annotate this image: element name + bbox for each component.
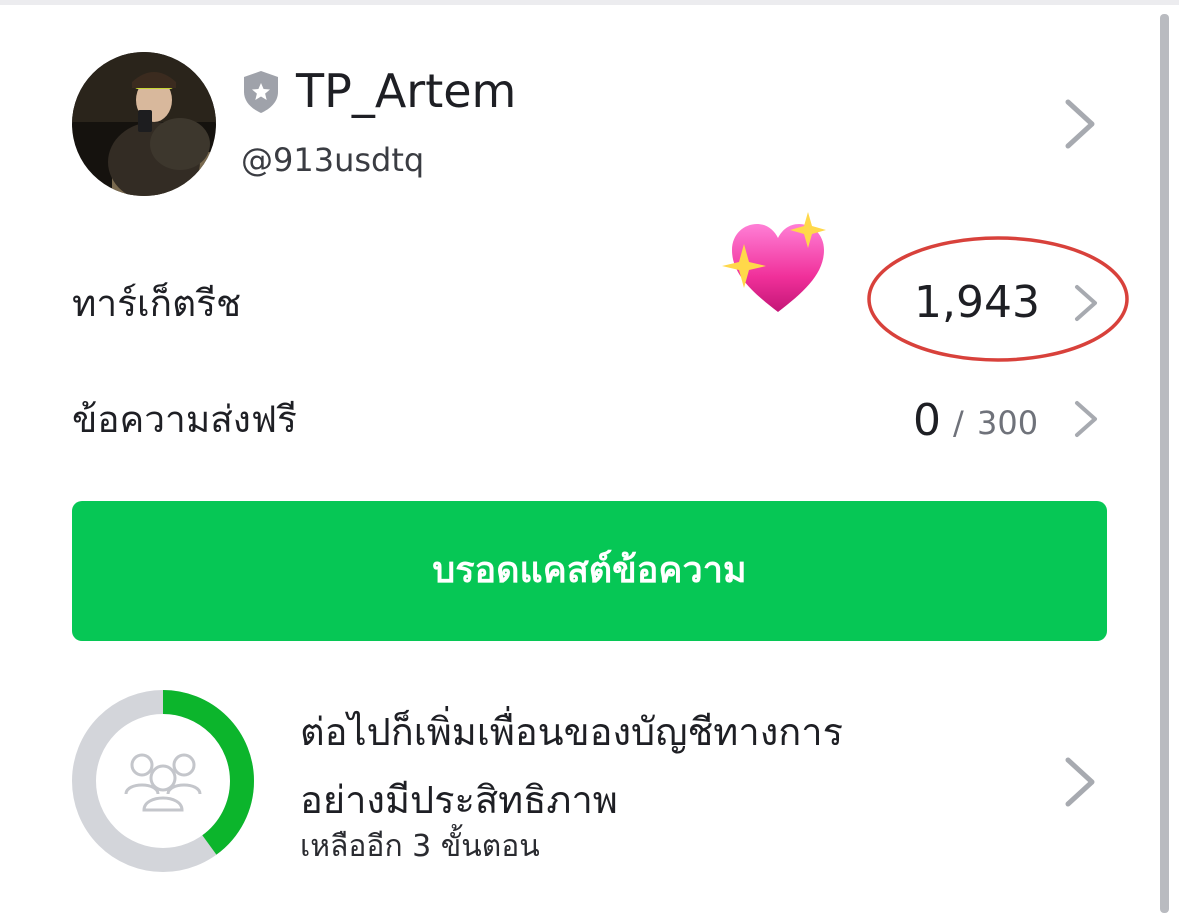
progress-ring[interactable] bbox=[72, 690, 254, 872]
profile-handle: @913usdtq bbox=[241, 141, 425, 179]
highlight-oval bbox=[867, 236, 1129, 362]
profile-name: TP_Artem bbox=[296, 64, 517, 118]
chevron-right-icon[interactable] bbox=[1062, 98, 1098, 150]
onboarding-title-line2: อย่างมีประสิทธิภาพ bbox=[300, 778, 618, 822]
scrollbar[interactable] bbox=[1160, 14, 1169, 913]
chevron-right-icon[interactable] bbox=[1072, 399, 1100, 439]
chevron-right-icon[interactable] bbox=[1062, 756, 1098, 808]
onboarding-title-line1: ต่อไปก็เพิ่มเพื่อนของบัญชีทางการ bbox=[300, 710, 844, 754]
messages-separator: / bbox=[953, 404, 964, 442]
friends-label: ทาร์เก็ตรีช bbox=[72, 282, 242, 325]
shield-star-icon bbox=[244, 71, 278, 113]
broadcast-button-label: บรอดแคสต์ข้อความ bbox=[432, 550, 747, 591]
avatar[interactable] bbox=[72, 52, 216, 196]
broadcast-button[interactable]: บรอดแคสต์ข้อความ bbox=[72, 501, 1107, 641]
messages-quota: 300 bbox=[977, 404, 1039, 442]
messages-used: 0 bbox=[913, 395, 941, 446]
onboarding-subtitle: เหลืออีก 3 ขั้นตอน bbox=[300, 829, 540, 864]
top-divider bbox=[0, 0, 1179, 5]
free-messages-label: ข้อความส่งฟรี bbox=[72, 398, 297, 441]
friends-group-icon bbox=[124, 753, 202, 812]
onboarding-title: ต่อไปก็เพิ่มเพื่อนของบัญชีทางการ อย่างมี… bbox=[300, 698, 1040, 834]
sparkling-heart-emoji bbox=[722, 212, 826, 312]
